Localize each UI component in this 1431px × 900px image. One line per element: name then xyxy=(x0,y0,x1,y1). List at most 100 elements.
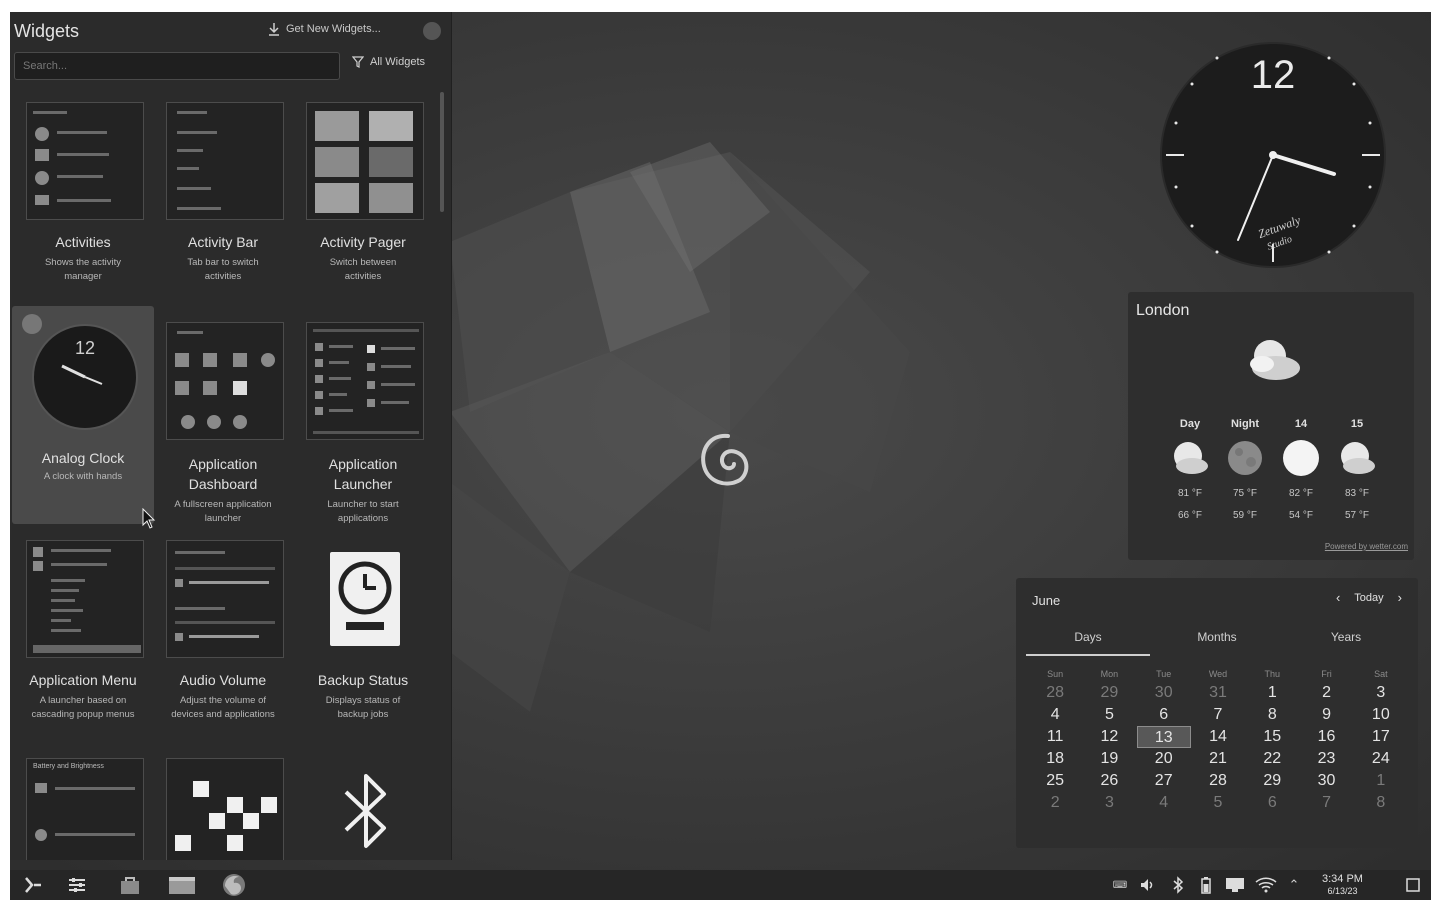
tab-years[interactable]: Years xyxy=(1284,630,1408,644)
calendar-day[interactable]: 18 xyxy=(1028,748,1082,770)
widget-name: Application Menu xyxy=(29,672,137,688)
tray-clock[interactable]: 3:34 PM 6/13/23 xyxy=(1322,873,1363,897)
weather-credit-link[interactable]: Powered by wetter.com xyxy=(1325,542,1408,551)
calendar-day[interactable]: 7 xyxy=(1191,704,1245,726)
calendar-day[interactable]: 3 xyxy=(1082,792,1136,814)
chevron-up-icon[interactable]: ⌃ xyxy=(1286,874,1302,896)
calendar-day[interactable]: 6 xyxy=(1245,792,1299,814)
chevron-right-icon[interactable]: › xyxy=(1398,590,1402,605)
widget-tile-application-menu[interactable]: Application Menu A launcher based on cas… xyxy=(12,534,154,752)
calendar-day[interactable]: 28 xyxy=(1191,770,1245,792)
calendar-day[interactable]: 1 xyxy=(1245,682,1299,704)
calendar-day[interactable]: 14 xyxy=(1191,726,1245,748)
widget-description: devices and applications xyxy=(171,709,275,720)
calendar-day[interactable]: 5 xyxy=(1082,704,1136,726)
widget-tile-bluetooth[interactable] xyxy=(292,752,434,860)
widget-tile-backup-status[interactable]: Backup Status Displays status of backup … xyxy=(292,534,434,752)
forecast-low: 59 °F xyxy=(1232,510,1257,521)
settings-sliders-icon[interactable] xyxy=(64,874,90,896)
chevron-left-icon[interactable]: ‹ xyxy=(1336,590,1340,605)
calendar-day[interactable]: 11 xyxy=(1028,726,1082,748)
calendar-month: June xyxy=(1032,593,1061,608)
app-launcher-icon[interactable] xyxy=(20,874,46,896)
calendar-day[interactable]: 19 xyxy=(1082,748,1136,770)
calendar-day[interactable]: 4 xyxy=(1137,792,1191,814)
widget-tile-activity-pager[interactable]: Activity Pager Switch between activities xyxy=(292,96,434,314)
widget-tile-analog-clock[interactable]: 12 Analog Clock A clock with hands xyxy=(12,306,154,524)
calendar-day[interactable]: 29 xyxy=(1082,682,1136,704)
scrollbar[interactable] xyxy=(440,92,444,212)
widget-description: activities xyxy=(204,271,242,282)
widget-description: manager xyxy=(64,271,102,282)
clock-date: 6/13/23 xyxy=(1327,886,1358,896)
display-icon[interactable] xyxy=(1224,874,1246,896)
widget-tile-activity-bar[interactable]: Activity Bar Tab bar to switch activitie… xyxy=(152,96,294,314)
calendar-day[interactable]: 28 xyxy=(1028,682,1082,704)
calendar-day[interactable]: 22 xyxy=(1245,748,1299,770)
get-new-widgets-button[interactable]: Get New Widgets... xyxy=(268,22,381,36)
calendar-day[interactable]: 9 xyxy=(1299,704,1353,726)
widget-tile-battery-and-brightness[interactable]: Battery and Brightness xyxy=(12,752,154,860)
calendar-day[interactable]: 27 xyxy=(1137,770,1191,792)
calendar-day[interactable]: 6 xyxy=(1137,704,1191,726)
file-manager-icon[interactable] xyxy=(166,874,198,896)
calendar-day-today[interactable]: 13 xyxy=(1136,726,1191,748)
mouse-cursor-icon xyxy=(142,508,156,529)
calendar-day[interactable]: 16 xyxy=(1299,726,1353,748)
calendar-day[interactable]: 15 xyxy=(1245,726,1299,748)
weather-widget[interactable]: London Day 81 °F 66 °F Night 75 °F 59 °F… xyxy=(1128,292,1414,560)
calendar-day[interactable]: 20 xyxy=(1137,748,1191,770)
shopping-bag-icon[interactable] xyxy=(116,874,144,896)
search-input[interactable]: Search... xyxy=(14,52,340,80)
show-desktop-icon[interactable] xyxy=(1404,874,1422,896)
calendar-day[interactable]: 25 xyxy=(1028,770,1082,792)
calendar-day[interactable]: 31 xyxy=(1191,682,1245,704)
week-row: 28 29 30 31 1 2 3 xyxy=(1028,682,1408,704)
tab-days[interactable]: Days xyxy=(1026,630,1150,644)
calendar-day[interactable]: 23 xyxy=(1299,748,1353,770)
calendar-day[interactable]: 21 xyxy=(1191,748,1245,770)
today-button[interactable]: Today xyxy=(1354,592,1383,604)
partly-cloudy-icon xyxy=(1250,340,1300,380)
battery-icon[interactable] xyxy=(1198,874,1214,896)
calendar-day[interactable]: 24 xyxy=(1354,748,1408,770)
calendar-day[interactable]: 26 xyxy=(1082,770,1136,792)
widget-tile-activities[interactable]: Activities Shows the activity manager xyxy=(12,96,154,314)
calendar-day[interactable]: 2 xyxy=(1028,792,1082,814)
widget-tile-audio-volume[interactable]: Audio Volume Adjust the volume of device… xyxy=(152,534,294,752)
firefox-icon[interactable] xyxy=(218,874,250,896)
partly-cloudy-icon xyxy=(1174,442,1208,474)
calendar-day[interactable]: 7 xyxy=(1299,792,1353,814)
calendar-day[interactable]: 30 xyxy=(1299,770,1353,792)
close-icon[interactable] xyxy=(423,22,441,40)
taskbar: ⌨ ⌃ 3:34 PM 6/13/23 xyxy=(10,870,1431,900)
analog-clock-widget[interactable]: Zetuwaly Studio 12 xyxy=(1158,40,1388,270)
calendar-day[interactable]: 12 xyxy=(1082,726,1136,748)
calendar-day[interactable]: 4 xyxy=(1028,704,1082,726)
volume-icon[interactable] xyxy=(1138,874,1156,896)
widget-thumbnail xyxy=(166,758,284,860)
wifi-icon[interactable] xyxy=(1254,874,1278,896)
widget-tile-application-dashboard[interactable]: Application Dashboard A fullscreen appli… xyxy=(152,316,294,534)
calendar-day[interactable]: 5 xyxy=(1191,792,1245,814)
calendar-day[interactable]: 10 xyxy=(1354,704,1408,726)
tab-months[interactable]: Months xyxy=(1155,630,1279,644)
calendar-day[interactable]: 30 xyxy=(1137,682,1191,704)
widget-tile-application-launcher[interactable]: Application Launcher Launcher to start a… xyxy=(292,316,434,534)
calendar-day[interactable]: 8 xyxy=(1354,792,1408,814)
calendar-widget[interactable]: June ‹ Today › Days Months Years Sun Mon… xyxy=(1016,578,1418,848)
calendar-day[interactable]: 1 xyxy=(1354,770,1408,792)
calendar-day[interactable]: 8 xyxy=(1245,704,1299,726)
widget-tile-blocks-game[interactable] xyxy=(152,752,294,860)
calendar-day[interactable]: 2 xyxy=(1299,682,1353,704)
widget-description: Displays status of xyxy=(325,695,401,706)
widget-name: Application xyxy=(188,456,258,472)
calendar-day[interactable]: 17 xyxy=(1354,726,1408,748)
keyboard-icon[interactable]: ⌨ xyxy=(1112,874,1128,896)
widget-name: Backup Status xyxy=(317,672,409,688)
calendar-day[interactable]: 29 xyxy=(1245,770,1299,792)
calendar-day[interactable]: 3 xyxy=(1354,682,1408,704)
forecast-15: 15 83 °F 57 °F xyxy=(1332,418,1382,532)
bluetooth-tray-icon[interactable] xyxy=(1170,874,1186,896)
filter-button[interactable]: All Widgets xyxy=(352,56,425,68)
